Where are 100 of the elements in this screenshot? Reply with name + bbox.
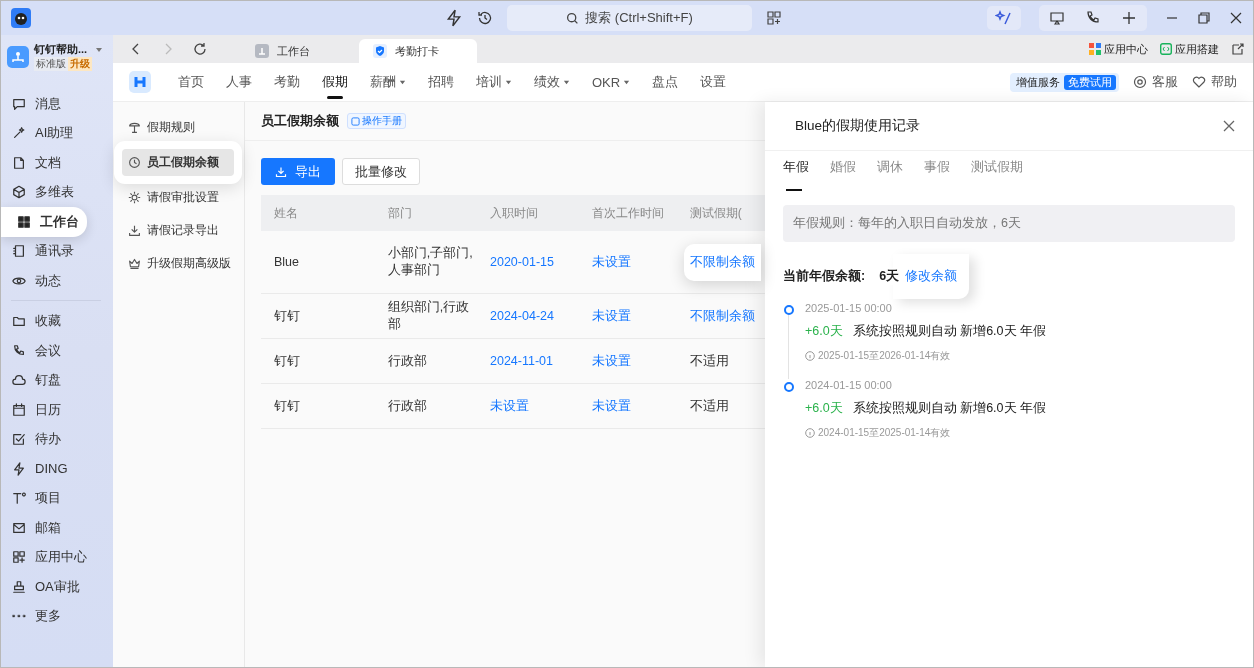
sidebar-item[interactable]: 项目 <box>1 483 107 513</box>
nav-tab[interactable]: 培训 <box>465 63 523 101</box>
sidebar-item[interactable]: 待办 <box>1 424 107 454</box>
nav-tab[interactable]: 盘点 <box>641 63 690 101</box>
folder-icon <box>12 314 26 329</box>
sidebar-item[interactable]: OA审批 <box>1 572 107 602</box>
value-added-service-button[interactable]: 增值服务 免费试用 <box>1010 72 1119 92</box>
sidebar-item[interactable]: 通讯录 <box>1 236 107 266</box>
nav-tab[interactable]: 人事 <box>215 63 263 101</box>
sidebar-item[interactable]: 日历 <box>1 395 107 425</box>
apps-icon[interactable] <box>766 10 782 26</box>
column-header: 姓名 <box>273 204 299 222</box>
refresh-icon[interactable] <box>193 42 207 56</box>
table-link[interactable]: 不限制余额 <box>689 308 755 323</box>
submenu-item[interactable]: 请假审批设置 <box>113 186 244 209</box>
table-link[interactable]: 未设置 <box>592 254 632 269</box>
leave-type-tab[interactable]: 测试假期 <box>971 159 1023 191</box>
close-icon[interactable] <box>1223 120 1235 132</box>
leave-type-tab[interactable]: 事假 <box>924 159 950 191</box>
nav-tab[interactable]: 薪酬 <box>359 63 417 101</box>
close-icon[interactable] <box>1229 11 1243 25</box>
entry-amount: +6.0天 <box>805 400 843 417</box>
sidebar-item[interactable]: 收藏 <box>1 306 107 336</box>
timeline-dot <box>784 305 794 315</box>
table-link[interactable]: 2024-11-01 <box>490 354 554 368</box>
table-link[interactable]: 2020-01-15 <box>490 255 554 269</box>
nav-tab[interactable]: 假期 <box>311 63 359 101</box>
plus-icon[interactable] <box>1121 10 1137 26</box>
nav-tab[interactable]: 绩效 <box>523 63 581 101</box>
nav-tab[interactable]: 设置 <box>689 63 738 101</box>
batch-edit-button[interactable]: 批量修改 <box>342 158 420 185</box>
support-link[interactable]: 客服 <box>1133 73 1178 91</box>
table-link[interactable]: 2024-04-24 <box>490 309 554 323</box>
app-logo-icon[interactable] <box>11 8 31 28</box>
entry-time: 2024-01-15 00:00 <box>805 379 893 391</box>
external-window-icon[interactable] <box>1231 42 1245 56</box>
screen-icon[interactable] <box>1049 10 1065 26</box>
umbrella-icon <box>128 121 141 134</box>
sidebar-item[interactable]: 动态 <box>1 266 107 296</box>
code-icon <box>1160 43 1172 55</box>
table-link[interactable]: 未设置 <box>592 353 632 368</box>
leave-type-tab[interactable]: 婚假 <box>830 159 856 191</box>
sidebar-item[interactable]: 会议 <box>1 336 107 366</box>
sparkle-icon[interactable] <box>987 6 1021 30</box>
edition-label: 标准版 <box>34 57 68 71</box>
sidebar-item[interactable]: 文档 <box>1 148 107 178</box>
column-header: 首次工作时间 <box>591 204 666 222</box>
download-icon <box>275 165 287 178</box>
nav-tab[interactable]: 考勤 <box>263 63 311 101</box>
sidebar-item[interactable]: 邮箱 <box>1 513 107 543</box>
table-link[interactable]: 未设置 <box>592 398 632 413</box>
app-builder-link[interactable]: 应用搭建 <box>1160 41 1219 57</box>
table-link[interactable]: 未设置 <box>592 308 632 323</box>
balance-value: 6天 <box>879 267 900 285</box>
submenu-item[interactable]: 请假记录导出 <box>113 219 244 242</box>
org-name[interactable]: 钉钉帮助... <box>34 42 88 57</box>
sidebar-item[interactable]: DING <box>1 454 107 484</box>
cloud-icon <box>12 373 26 388</box>
sidebar-item[interactable]: 应用中心 <box>1 542 107 572</box>
sidebar-item[interactable]: 钉盘 <box>1 365 107 395</box>
column-header: 部门 <box>386 204 413 222</box>
sidebar-item[interactable]: 工作台 <box>1 207 87 237</box>
phone-icon <box>12 343 26 358</box>
mail-icon <box>12 520 26 535</box>
leave-type-tab[interactable]: 年假 <box>783 159 809 191</box>
sidebar-item[interactable]: 更多 <box>1 601 107 631</box>
nav-tab[interactable]: OKR <box>581 63 642 101</box>
table-link[interactable]: 不限制余额 <box>683 243 761 281</box>
nav-tab[interactable]: 首页 <box>167 63 215 101</box>
lightning-icon[interactable] <box>445 9 463 27</box>
sidebar-item[interactable]: 多维表 <box>1 177 107 207</box>
sidebar-item[interactable]: AI助理 <box>1 118 107 148</box>
table-cell: 不适用 <box>689 353 729 368</box>
submenu-item[interactable]: 升级假期高级版 <box>113 252 244 275</box>
timeline-dot <box>784 382 794 392</box>
history-icon[interactable] <box>477 10 493 26</box>
submenu-item[interactable]: 假期规则 <box>113 116 244 139</box>
manual-link[interactable]: 操作手册 <box>347 113 406 129</box>
table-link[interactable]: 未设置 <box>490 398 529 413</box>
sidebar-item[interactable]: 消息 <box>1 89 107 119</box>
chat-bubble-icon <box>12 96 26 111</box>
restore-icon[interactable] <box>1197 11 1211 25</box>
cube-icon <box>12 185 26 200</box>
phone-icon[interactable] <box>1085 10 1101 26</box>
export-button[interactable]: 导出 <box>261 158 335 185</box>
search-field[interactable]: 搜索 (Ctrl+Shift+F) <box>507 5 752 31</box>
table-cell: 钉钉 <box>274 308 300 323</box>
browser-tab[interactable]: 工作台 <box>241 39 359 63</box>
grid-icon <box>17 214 31 229</box>
app-center-link[interactable]: 应用中心 <box>1089 41 1148 57</box>
browser-tab[interactable]: 考勤打卡 <box>359 39 477 63</box>
drawer-title: Blue的假期使用记录 <box>795 117 921 135</box>
search-icon <box>566 11 580 25</box>
table-cell: 小部门,子部门,人事部门 <box>387 246 473 277</box>
table-cell: 行政部 <box>387 398 427 413</box>
caret-icon[interactable] <box>95 45 104 54</box>
help-link[interactable]: 帮助 <box>1192 73 1237 91</box>
entry-time: 2025-01-15 00:00 <box>805 302 893 314</box>
leave-type-tab[interactable]: 调休 <box>877 159 903 191</box>
nav-tab[interactable]: 招聘 <box>417 63 465 101</box>
